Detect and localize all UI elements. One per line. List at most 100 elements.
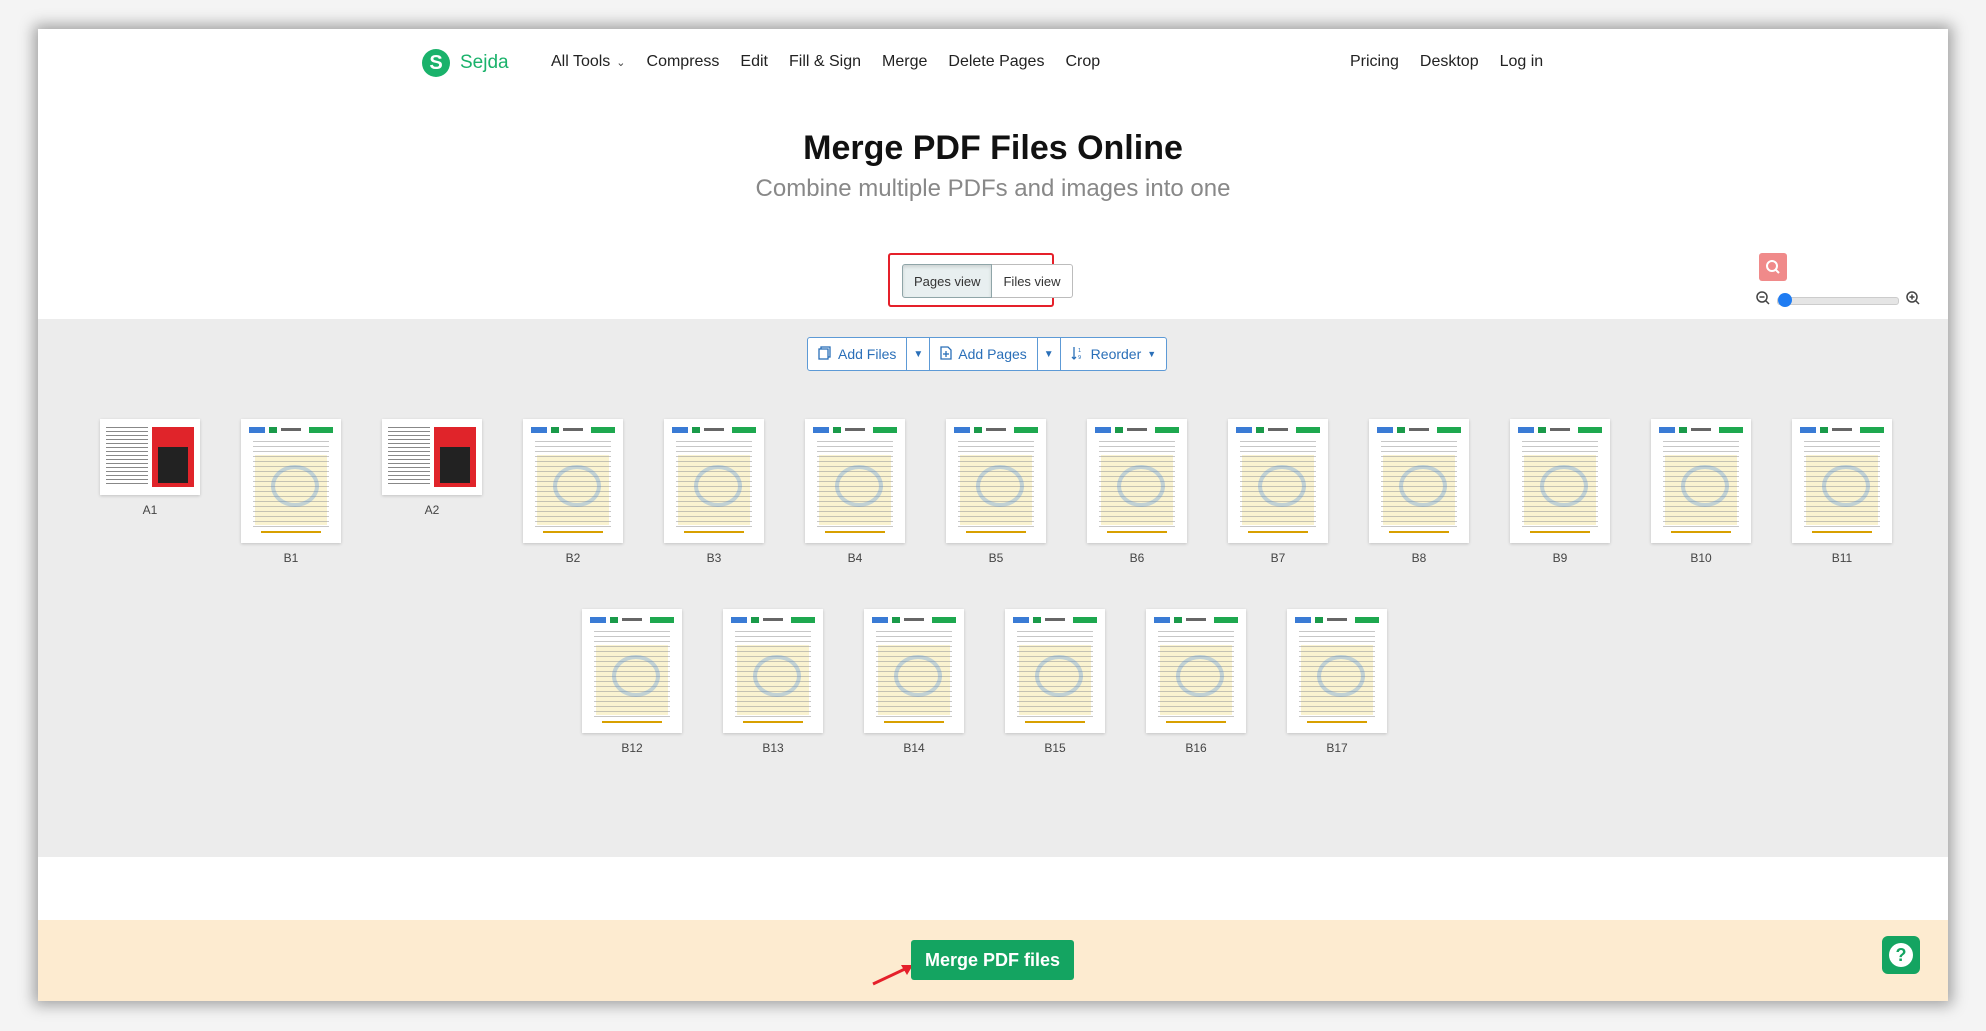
thumbnail-footer [602, 721, 662, 723]
page-thumbnail-label: B3 [706, 551, 722, 565]
thumbnail-footer [684, 531, 744, 533]
page-thumbnail-label: A1 [142, 503, 158, 517]
chevron-down-icon: ▼ [913, 348, 924, 360]
page-thumbnail[interactable] [1005, 609, 1105, 733]
page-thumbnail-label: A2 [424, 503, 440, 517]
nav-fill-sign[interactable]: Fill & Sign [789, 53, 861, 71]
page-thumbnail-label: B7 [1270, 551, 1286, 565]
thumbnail-photo [158, 447, 188, 483]
page-thumbnail[interactable] [100, 419, 200, 495]
thumbnail-watermark [271, 465, 319, 507]
thumbnail-header [1800, 427, 1884, 433]
thumbnail-header [1659, 427, 1743, 433]
thumbnail-image-block [434, 427, 476, 487]
thumbnail-header [872, 617, 956, 623]
nav-edit[interactable]: Edit [740, 53, 768, 71]
page-thumbnail-label: B12 [621, 741, 643, 755]
page-thumbnail-label: B9 [1552, 551, 1568, 565]
page-thumbnail-label: B4 [847, 551, 863, 565]
chevron-down-icon: ⌄ [616, 57, 626, 69]
file-toolbar: Add Files ▼ Add Pages ▼ 19 Reorder ▼ [807, 337, 1168, 371]
logo-icon: S [422, 49, 450, 77]
thumbnail-header [672, 427, 756, 433]
nav-links: All Tools ⌄ Compress Edit Fill & Sign Mer… [551, 53, 1100, 71]
add-pages-button[interactable]: Add Pages [930, 337, 1038, 371]
thumbnail-watermark [1117, 465, 1165, 507]
page-thumbnail[interactable] [1228, 419, 1328, 543]
add-pages-label: Add Pages [958, 346, 1027, 362]
zoom-slider-handle[interactable] [1778, 292, 1792, 307]
thumbnail-photo [440, 447, 470, 483]
thumbnail-text-block [388, 427, 430, 487]
add-files-button[interactable]: Add Files [807, 337, 908, 371]
nav-desktop[interactable]: Desktop [1420, 53, 1479, 71]
nav-login[interactable]: Log in [1500, 53, 1544, 71]
zoom-slider[interactable] [1777, 292, 1899, 307]
top-nav: S Sejda All Tools ⌄ Compress Edit Fill & … [38, 29, 1948, 99]
thumbnail-watermark [612, 655, 660, 697]
help-button[interactable]: ? [1882, 936, 1920, 974]
arrow-icon [872, 965, 913, 986]
thumbnail-header [1518, 427, 1602, 433]
thumbnail-watermark [894, 655, 942, 697]
merge-pdf-button[interactable]: Merge PDF files [911, 940, 1074, 980]
thumbnail-watermark [1176, 655, 1224, 697]
thumbnail-footer [1307, 721, 1367, 723]
nav-all-tools-label: All Tools [551, 53, 611, 70]
thumbnail-header [590, 617, 674, 623]
nav-compress[interactable]: Compress [647, 53, 720, 71]
thumbnail-header [249, 427, 333, 433]
thumbnail-watermark [1681, 465, 1729, 507]
page-thumbnail[interactable] [664, 419, 764, 543]
zoom-in-icon[interactable] [1905, 290, 1921, 311]
nav-pricing[interactable]: Pricing [1350, 53, 1399, 71]
search-icon[interactable] [1759, 253, 1787, 281]
page-thumbnail[interactable] [241, 419, 341, 543]
thumbnail-footer [1530, 531, 1590, 533]
page-thumbnail-label: B10 [1690, 551, 1712, 565]
page-subtitle: Combine multiple PDFs and images into on… [755, 175, 1231, 202]
page-thumbnail[interactable] [1087, 419, 1187, 543]
page-thumbnail[interactable] [582, 609, 682, 733]
thumbnail-header [531, 427, 615, 433]
page-thumbnail[interactable] [1510, 419, 1610, 543]
reorder-button[interactable]: 19 Reorder ▼ [1060, 337, 1168, 371]
nav-right-links: Pricing Desktop Log in [1350, 53, 1543, 71]
thumbnail-watermark [1258, 465, 1306, 507]
nav-merge[interactable]: Merge [882, 53, 927, 71]
nav-crop[interactable]: Crop [1065, 53, 1100, 71]
add-pages-dropdown[interactable]: ▼ [1037, 337, 1061, 371]
add-files-icon [818, 345, 832, 363]
add-files-dropdown[interactable]: ▼ [907, 337, 931, 371]
page-thumbnail[interactable] [1287, 609, 1387, 733]
thumbnail-header [954, 427, 1038, 433]
pages-view-button[interactable]: Pages view [902, 264, 993, 298]
add-files-label: Add Files [838, 346, 897, 362]
nav-delete-pages[interactable]: Delete Pages [948, 53, 1044, 71]
page-thumbnail[interactable] [382, 419, 482, 495]
zoom-out-icon[interactable] [1755, 290, 1771, 311]
page-thumbnail[interactable] [1146, 609, 1246, 733]
thumbnail-watermark [694, 465, 742, 507]
page-thumbnail[interactable] [946, 419, 1046, 543]
thumbnail-watermark [835, 465, 883, 507]
page-thumbnail-label: B15 [1044, 741, 1066, 755]
page-thumbnail[interactable] [723, 609, 823, 733]
thumbnail-footer [743, 721, 803, 723]
thumbnail-header [813, 427, 897, 433]
thumbnail-footer [261, 531, 321, 533]
page-thumbnail-label: B11 [1831, 551, 1853, 565]
logo[interactable]: S Sejda [422, 49, 509, 77]
thumbnail-header [1377, 427, 1461, 433]
page-thumbnail-label: B16 [1185, 741, 1207, 755]
files-view-button[interactable]: Files view [992, 264, 1073, 298]
page-thumbnail[interactable] [1651, 419, 1751, 543]
thumbnail-footer [1389, 531, 1449, 533]
page-thumbnail[interactable] [1792, 419, 1892, 543]
nav-all-tools[interactable]: All Tools ⌄ [551, 53, 626, 71]
page-thumbnail[interactable] [805, 419, 905, 543]
page-thumbnail[interactable] [1369, 419, 1469, 543]
page-thumbnail[interactable] [864, 609, 964, 733]
thumbnail-header [1236, 427, 1320, 433]
page-thumbnail[interactable] [523, 419, 623, 543]
